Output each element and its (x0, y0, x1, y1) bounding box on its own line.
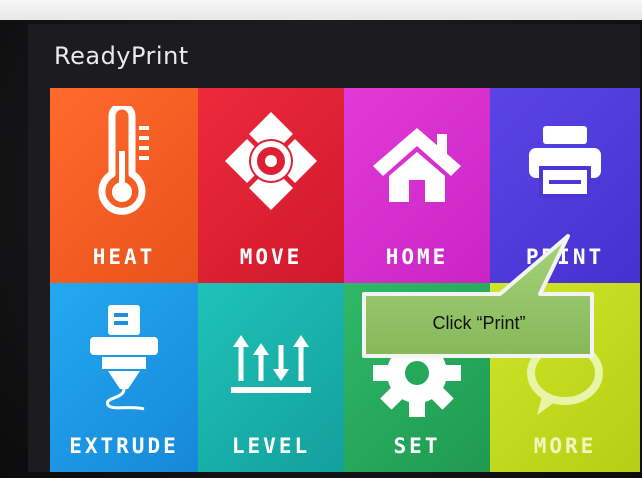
tile-set[interactable]: SET (344, 283, 490, 472)
printer-icon (529, 126, 601, 198)
tile-label: MOVE (239, 245, 303, 269)
tile-label: MORE (533, 434, 597, 458)
tile-label: HOME (385, 245, 449, 269)
tile-level[interactable]: LEVEL (198, 283, 344, 472)
gear-icon (373, 329, 461, 417)
touch-screen: ReadyPrint HEAT MOVE HOME PRINT EXTRUDE … (28, 24, 640, 472)
annotation-text: Click “Print” (432, 313, 526, 333)
tile-home[interactable]: HOME (344, 88, 490, 283)
chat-bubble-icon (527, 341, 603, 415)
tile-heat[interactable]: HEAT (50, 88, 198, 283)
thermometer-icon (98, 106, 149, 215)
house-icon (373, 128, 461, 202)
tile-label: PRINT (525, 245, 605, 269)
tile-label: HEAT (92, 245, 156, 269)
tile-move[interactable]: MOVE (198, 88, 344, 283)
tile-label: SET (393, 434, 441, 458)
extruder-nozzle-icon (90, 305, 158, 411)
device-photo: ReadyPrint HEAT MOVE HOME PRINT EXTRUDE … (0, 0, 642, 478)
tile-more[interactable]: MORE (490, 283, 640, 472)
tile-label: LEVEL (231, 434, 311, 458)
move-arrows-icon (225, 112, 317, 210)
tile-extrude[interactable]: EXTRUDE (50, 283, 198, 472)
app-title: ReadyPrint (54, 42, 189, 70)
tile-label: EXTRUDE (69, 434, 179, 458)
level-arrows-icon (231, 335, 311, 393)
tile-print[interactable]: PRINT (490, 88, 640, 283)
